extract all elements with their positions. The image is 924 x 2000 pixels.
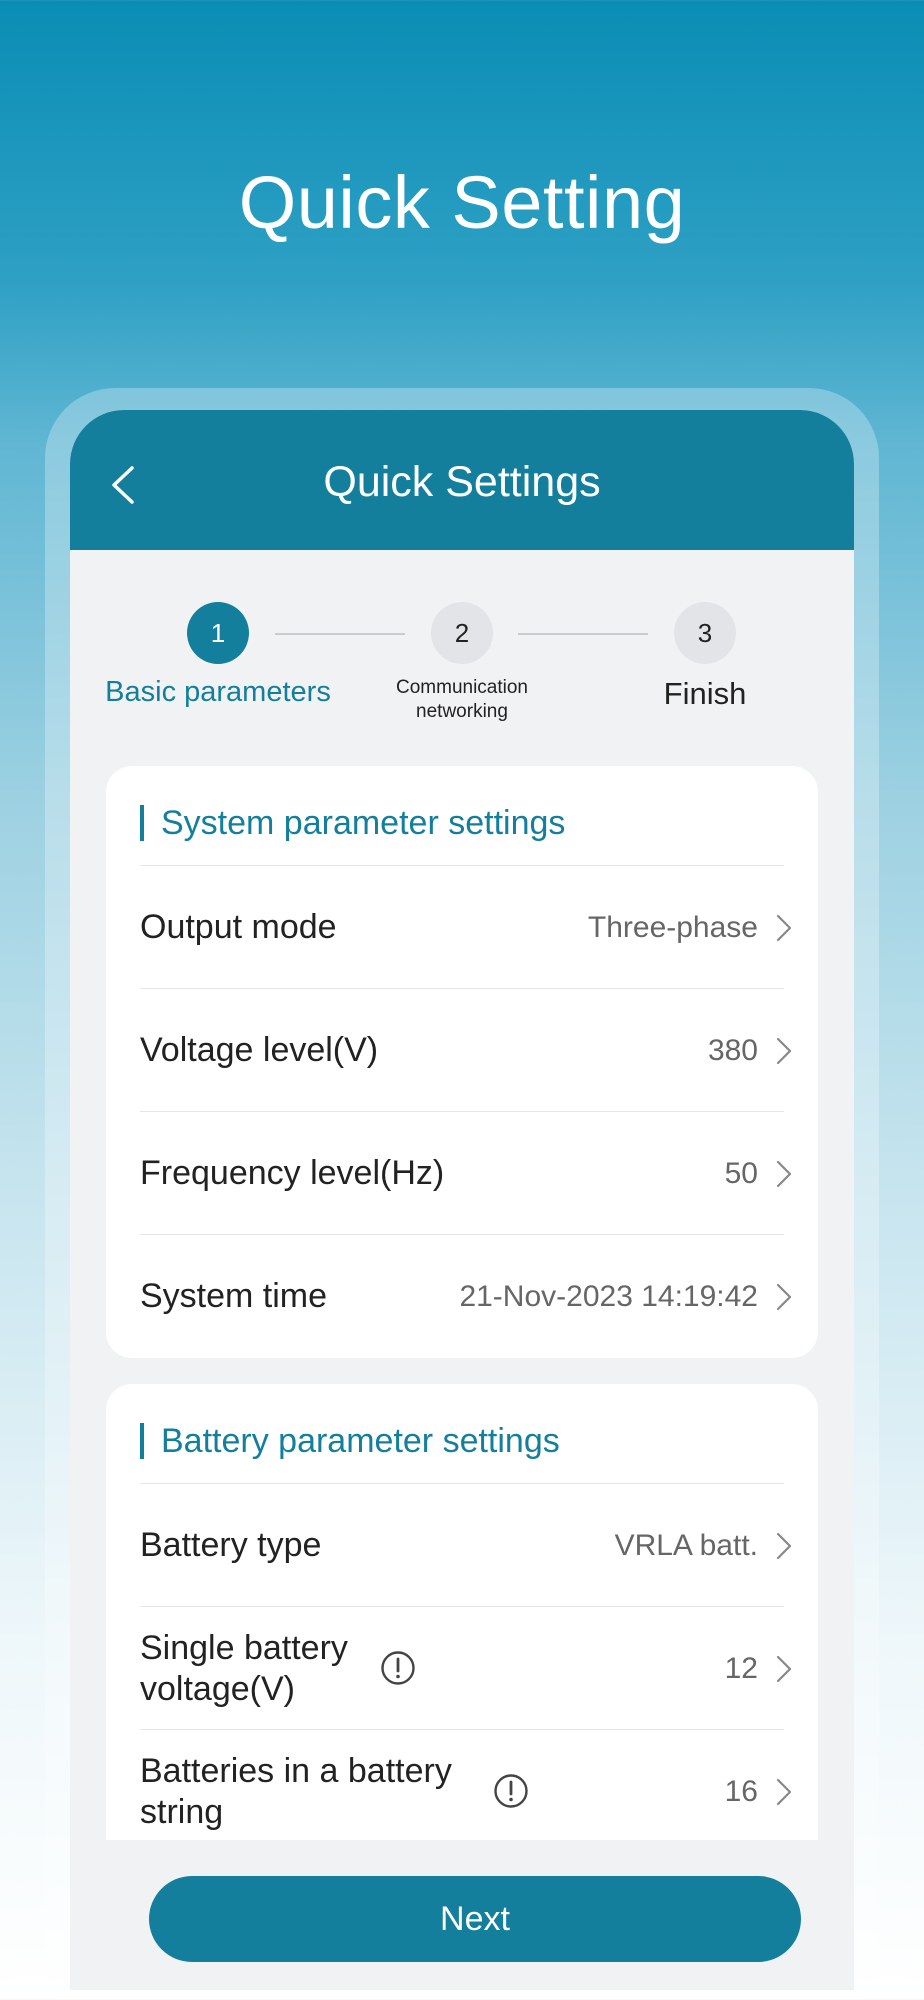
system-time-value: 21-Nov-2023 14:19:42 <box>459 1279 758 1313</box>
battery-type-row[interactable]: Battery type VRLA batt. <box>140 1484 794 1607</box>
output-mode-value: Three-phase <box>587 910 758 944</box>
info-exclamation-icon[interactable] <box>493 1773 529 1809</box>
page-hero-title: Quick Setting <box>238 161 686 244</box>
batteries-in-string-label-line1: Batteries in a battery <box>140 1751 452 1790</box>
single-battery-voltage-label-line1: Single battery <box>140 1628 348 1667</box>
single-battery-voltage-value: 12 <box>724 1651 758 1685</box>
step-2-label-line2: networking <box>416 701 508 722</box>
batteries-in-string-label-line2: string <box>140 1792 224 1831</box>
system-time-row[interactable]: System time 21-Nov-2023 14:19:42 <box>140 1235 794 1358</box>
voltage-level-value: 380 <box>707 1033 758 1067</box>
system-section-header: System parameter settings <box>140 804 565 842</box>
chevron-right-icon <box>776 1160 792 1188</box>
info-exclamation-icon[interactable] <box>380 1650 416 1686</box>
step-2-circle: 2 <box>431 602 493 664</box>
frequency-level-value: 50 <box>724 1156 758 1190</box>
step-2-label-line1: Communication <box>396 677 528 698</box>
step-3-label: Finish <box>663 676 747 711</box>
single-battery-voltage-label: Single battery voltage(V) <box>140 1607 348 1730</box>
chevron-right-icon <box>776 1655 792 1683</box>
batteries-in-string-value: 16 <box>724 1774 758 1808</box>
step-1-label: Basic parameters <box>105 676 331 708</box>
system-time-label: System time <box>140 1277 328 1315</box>
step-connector-2 <box>518 633 648 635</box>
step-3-circle: 3 <box>674 602 736 664</box>
single-battery-voltage-row[interactable]: Single battery voltage(V) 12 <box>140 1607 794 1730</box>
app-header: Quick Settings <box>70 410 854 550</box>
chevron-right-icon <box>776 914 792 942</box>
frequency-level-label: Frequency level(Hz) <box>140 1154 445 1192</box>
step-2-label: Communication networking <box>372 676 552 724</box>
chevron-right-icon <box>776 1778 792 1806</box>
output-mode-label: Output mode <box>140 908 337 946</box>
output-mode-row[interactable]: Output mode Three-phase <box>140 866 794 989</box>
batteries-in-string-label: Batteries in a battery string <box>140 1730 452 1840</box>
voltage-level-label: Voltage level(V) <box>140 1031 379 1069</box>
chevron-right-icon <box>776 1283 792 1311</box>
battery-type-value: VRLA batt. <box>614 1528 758 1562</box>
chevron-right-icon <box>776 1532 792 1560</box>
frequency-level-row[interactable]: Frequency level(Hz) 50 <box>140 1112 794 1235</box>
voltage-level-row[interactable]: Voltage level(V) 380 <box>140 989 794 1112</box>
section-accent-bar <box>140 1423 144 1459</box>
header-title: Quick Settings <box>323 458 601 506</box>
step-1-circle: 1 <box>187 602 249 664</box>
single-battery-voltage-label-line2: voltage(V) <box>140 1669 295 1708</box>
battery-type-label: Battery type <box>140 1526 322 1564</box>
system-parameter-card: System parameter settings Output mode Th… <box>106 766 818 1358</box>
section-accent-bar <box>140 805 144 841</box>
battery-section-title: Battery parameter settings <box>161 1421 560 1460</box>
chevron-right-icon <box>776 1037 792 1065</box>
step-connector-1 <box>275 633 405 635</box>
system-section-title: System parameter settings <box>161 803 566 842</box>
batteries-in-string-row[interactable]: Batteries in a battery string 16 <box>140 1730 794 1840</box>
battery-parameter-card: Battery parameter settings Battery type … <box>106 1384 818 1840</box>
battery-section-header: Battery parameter settings <box>140 1422 560 1460</box>
next-button[interactable]: Next <box>149 1876 801 1962</box>
